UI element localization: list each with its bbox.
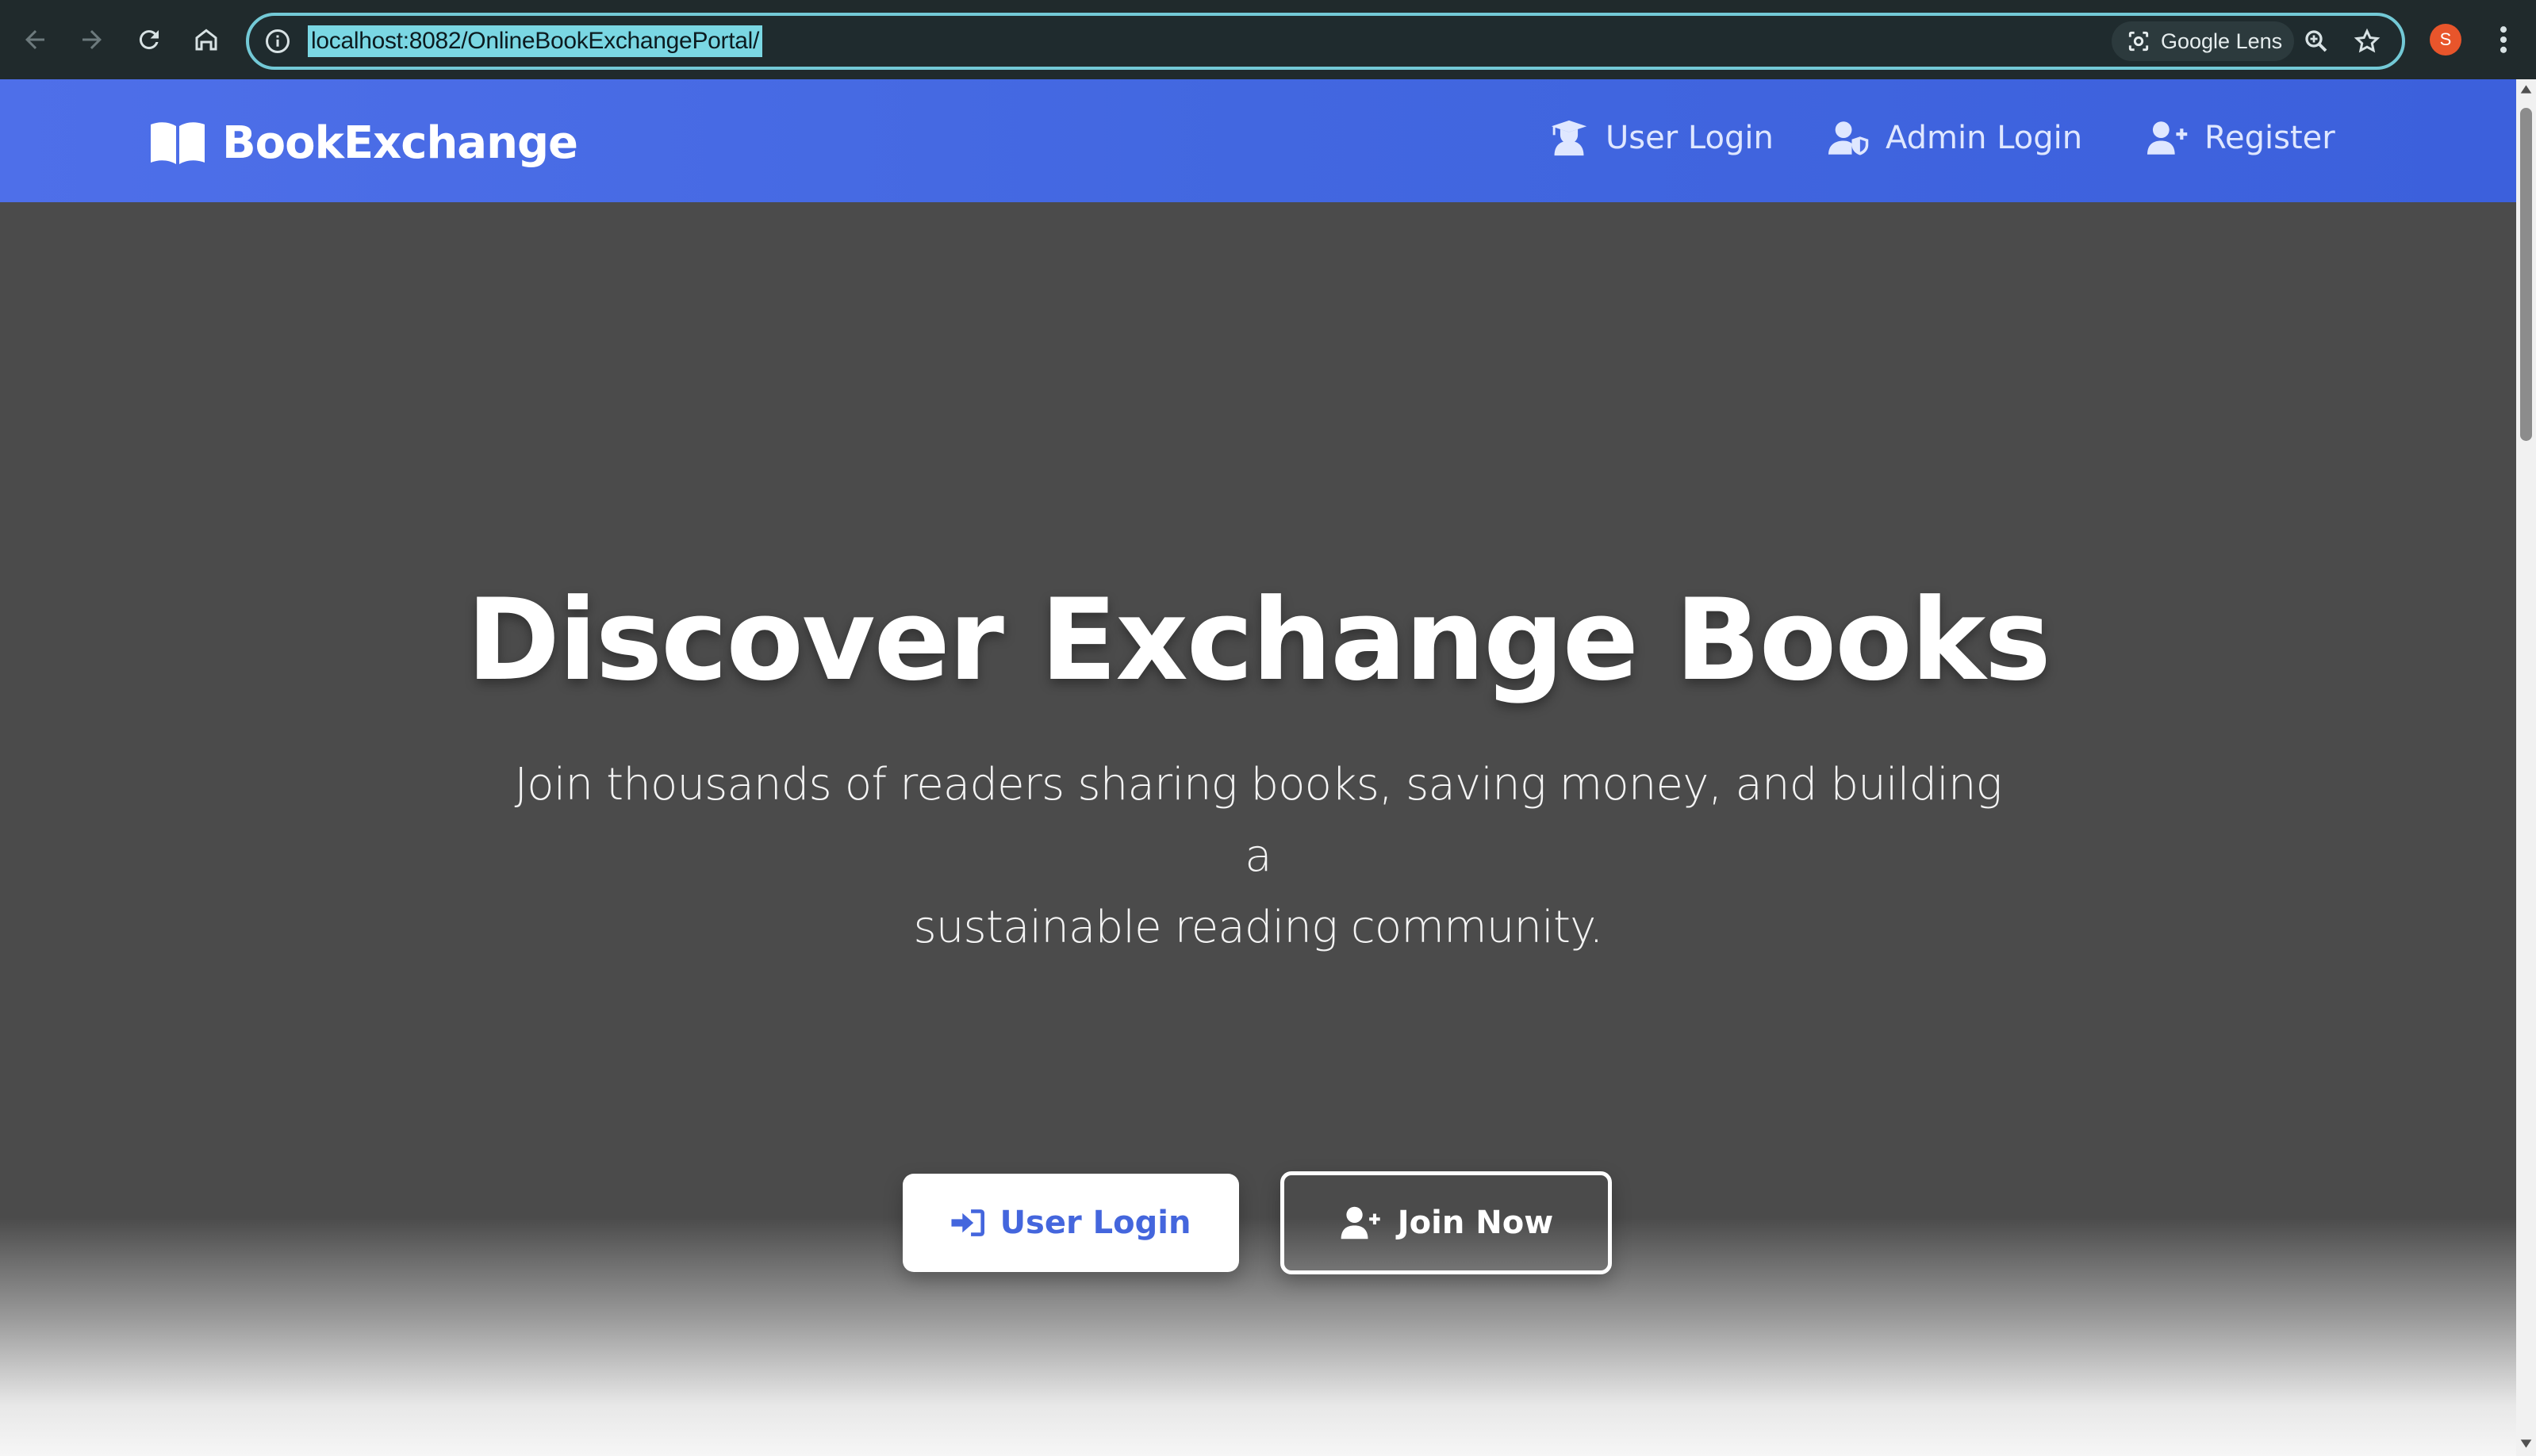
profile-avatar[interactable]: S — [2430, 24, 2461, 56]
home-button[interactable] — [186, 19, 227, 60]
hero-section: Discover Exchange Books Join thousands o… — [0, 202, 2516, 1456]
google-lens-label: Google Lens — [2161, 29, 2283, 53]
brand-name: BookExchange — [222, 117, 578, 169]
bookmark-star-icon[interactable] — [2353, 27, 2381, 56]
user-plus-icon — [2147, 121, 2188, 155]
scroll-down-arrow-icon[interactable] — [2519, 1437, 2533, 1450]
join-now-label: Join Now — [1397, 1205, 1554, 1241]
user-plus-icon — [1341, 1206, 1380, 1240]
nav-register-link[interactable]: Register — [2147, 119, 2335, 157]
site-info-icon[interactable] — [263, 27, 292, 56]
hero-user-login-label: User Login — [999, 1205, 1191, 1241]
hero-subtitle: Join thousands of readers sharing books,… — [505, 749, 2012, 964]
page-scrollbar[interactable] — [2516, 79, 2536, 1456]
scroll-up-arrow-icon[interactable] — [2519, 82, 2533, 96]
home-icon — [195, 29, 217, 51]
url-text[interactable]: localhost:8082/OnlineBookExchangePortal/ — [308, 25, 763, 57]
site-navbar: BookExchange User Login Admin Login Regi… — [0, 79, 2516, 202]
google-lens-button[interactable]: Google Lens — [2112, 21, 2294, 61]
back-button[interactable] — [14, 19, 56, 60]
hero-user-login-button[interactable]: User Login — [903, 1174, 1239, 1272]
back-icon — [25, 30, 44, 49]
brand-logo-link[interactable]: BookExchange — [149, 117, 578, 169]
more-menu-icon[interactable] — [2489, 22, 2518, 57]
forward-button[interactable] — [71, 19, 113, 60]
address-bar[interactable]: localhost:8082/OnlineBookExchangePortal/… — [246, 13, 2405, 70]
join-now-button[interactable]: Join Now — [1280, 1171, 1612, 1274]
nav-admin-login-link[interactable]: Admin Login — [1828, 119, 2082, 157]
open-book-icon — [151, 121, 205, 164]
reload-button[interactable] — [129, 19, 170, 60]
google-lens-icon — [2128, 31, 2149, 52]
scrollbar-thumb[interactable] — [2520, 108, 2532, 441]
profile-initial: S — [2439, 29, 2452, 49]
zoom-icon[interactable] — [2302, 27, 2331, 56]
user-graduate-icon — [1551, 120, 1587, 156]
nav-user-login-label: User Login — [1606, 120, 1774, 156]
hero-subtitle-line-2: sustainable reading community. — [913, 902, 1603, 953]
reload-icon — [139, 30, 159, 50]
hero-title: Discover Exchange Books — [466, 575, 2051, 706]
forward-icon — [82, 30, 102, 49]
user-shield-icon — [1828, 121, 1869, 155]
nav-admin-login-label: Admin Login — [1886, 120, 2083, 156]
browser-toolbar: localhost:8082/OnlineBookExchangePortal/… — [0, 0, 2536, 79]
nav-register-label: Register — [2204, 120, 2335, 156]
nav-user-login-link[interactable]: User Login — [1548, 119, 1774, 157]
sign-in-icon — [951, 1209, 984, 1236]
hero-subtitle-line-1: Join thousands of readers sharing books,… — [514, 759, 2003, 882]
